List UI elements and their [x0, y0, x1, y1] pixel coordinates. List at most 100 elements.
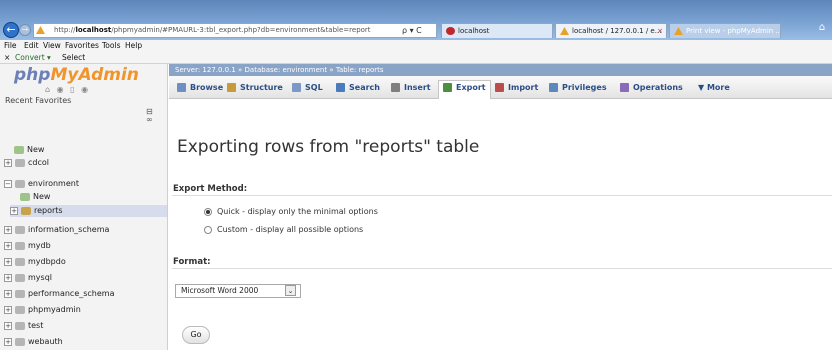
expand-icon[interactable]: + [4, 321, 12, 330]
phpmyadmin-logo[interactable]: phpMyAdmin [14, 65, 139, 85]
database-icon [15, 337, 25, 346]
address-bar[interactable]: http://localhost/phpmyadmin/#PMAURL-3:tb… [33, 23, 437, 38]
structure-icon [227, 83, 236, 92]
format-label: Format: [173, 257, 211, 267]
tree-item-mysql[interactable]: + mysql [4, 272, 52, 284]
menu-view[interactable]: View [43, 41, 61, 50]
tree-item-webauth[interactable]: + webauth [4, 336, 63, 348]
divider [172, 268, 832, 269]
privileges-icon [549, 83, 558, 92]
database-icon [15, 257, 25, 266]
tab-sql[interactable]: SQL [292, 81, 323, 95]
menu-help[interactable]: Help [125, 41, 142, 50]
tab-export[interactable]: Export [438, 80, 491, 99]
import-icon [495, 83, 504, 92]
expand-icon[interactable]: + [4, 241, 12, 250]
tree-item-mydb[interactable]: + mydb [4, 240, 51, 252]
menu-bar: File Edit View Favorites Tools Help [0, 40, 832, 52]
radio-label: Quick - display only the minimal options [217, 207, 378, 216]
tree-item-label: webauth [28, 337, 63, 346]
expand-icon[interactable]: + [4, 257, 12, 266]
collapse-icon[interactable]: − [4, 179, 12, 188]
new-icon [14, 145, 24, 154]
tree-item-information-schema[interactable]: + information_schema [4, 224, 109, 236]
radio-selected-icon[interactable] [204, 207, 212, 216]
home-icon[interactable]: ⌂ [814, 20, 830, 36]
tree-item-test[interactable]: + test [4, 320, 43, 332]
tab-close-icon[interactable]: × [657, 24, 663, 38]
database-icon [15, 179, 25, 188]
tab-browse[interactable]: Browse [177, 81, 223, 95]
menu-file[interactable]: File [4, 41, 17, 50]
expand-icon[interactable]: + [4, 289, 12, 298]
tab-favicon-icon [560, 27, 569, 35]
chevron-down-icon[interactable]: ⌄ [285, 285, 296, 296]
tab-label: Export [456, 83, 486, 92]
select-button[interactable]: Select [62, 53, 85, 62]
database-icon [15, 289, 25, 298]
export-quick-option[interactable]: Quick - display only the minimal options [204, 207, 378, 216]
tab-import[interactable]: Import [495, 81, 538, 95]
go-button[interactable]: Go [182, 326, 210, 344]
forward-button[interactable]: → [19, 24, 31, 36]
browser-tab-localhost[interactable]: localhost [441, 23, 553, 38]
tree-item-mydbpdo[interactable]: + mydbpdo [4, 256, 66, 268]
tab-label: Import [508, 83, 539, 92]
convert-button[interactable]: Convert ▾ [15, 53, 51, 62]
expand-icon[interactable]: + [4, 337, 12, 346]
expand-icon[interactable]: + [4, 225, 12, 234]
tab-label: Insert [404, 83, 431, 92]
export-icon [443, 83, 452, 92]
tree-item-label: mydb [28, 241, 51, 250]
tab-structure[interactable]: Structure [227, 81, 283, 95]
tree-item-reports[interactable]: + reports [10, 205, 167, 217]
export-custom-option[interactable]: Custom - display all possible options [204, 225, 363, 234]
browser-tab-phpmyadmin[interactable]: localhost / 127.0.0.1 / e... × [555, 23, 667, 38]
back-button[interactable]: ← [3, 22, 19, 38]
collapse-all-icon[interactable]: ⊟ ∞ [146, 108, 160, 124]
close-icon[interactable]: × [4, 53, 10, 62]
menu-edit[interactable]: Edit [24, 41, 39, 50]
tree-item-label: mydbpdo [28, 257, 66, 266]
tab-insert[interactable]: Insert [391, 81, 431, 95]
menu-tools[interactable]: Tools [102, 41, 120, 50]
tree-item-phpmyadmin[interactable]: + phpmyadmin [4, 304, 81, 316]
divider [172, 195, 832, 196]
expand-icon[interactable]: + [4, 273, 12, 282]
menu-favorites[interactable]: Favorites [65, 41, 99, 50]
browser-tab-print-view[interactable]: Print view - phpMyAdmin ... [669, 23, 781, 38]
tab-label: Print view - phpMyAdmin ... [686, 27, 781, 35]
page-title: Exporting rows from "reports" table [177, 137, 480, 157]
tree-item-new-table[interactable]: New [20, 191, 50, 203]
radio-label: Custom - display all possible options [217, 225, 364, 234]
address-host: localhost [75, 26, 112, 34]
format-select[interactable]: Microsoft Word 2000 [175, 284, 301, 298]
address-controls[interactable]: ρ ▾ C [402, 23, 422, 38]
tab-more[interactable]: ▼ More [698, 81, 730, 95]
database-icon [15, 273, 25, 282]
favorites-tab[interactable]: Favorites [35, 96, 71, 105]
tree-item-performance-schema[interactable]: + performance_schema [4, 288, 115, 300]
tree-item-label: mysql [28, 273, 52, 282]
tree-item-cdcol[interactable]: + cdcol [4, 157, 49, 169]
tab-search[interactable]: Search [336, 81, 380, 95]
sidebar-quick-icons[interactable]: ⌂ ◉ ▯ ◉ [45, 85, 90, 94]
recent-favorites-tabs: Recent Favorites [5, 96, 71, 105]
table-icon [21, 206, 31, 215]
tab-label: Browse [190, 83, 224, 92]
sql-icon [292, 83, 301, 92]
tab-favicon-icon [446, 27, 455, 35]
database-icon [15, 158, 25, 167]
recent-tab[interactable]: Recent [5, 96, 33, 105]
tree-item-new[interactable]: New [14, 144, 44, 156]
expand-icon[interactable]: + [4, 305, 12, 314]
breadcrumb[interactable]: Server: 127.0.0.1 » Database: environmen… [169, 64, 832, 76]
tab-operations[interactable]: Operations [620, 81, 683, 95]
tab-label: Search [349, 83, 380, 92]
tree-item-environment[interactable]: − environment [4, 178, 79, 190]
tree-item-label: test [28, 321, 44, 330]
tab-privileges[interactable]: Privileges [549, 81, 607, 95]
expand-icon[interactable]: + [10, 206, 18, 215]
radio-icon[interactable] [204, 225, 212, 234]
expand-icon[interactable]: + [4, 158, 12, 167]
